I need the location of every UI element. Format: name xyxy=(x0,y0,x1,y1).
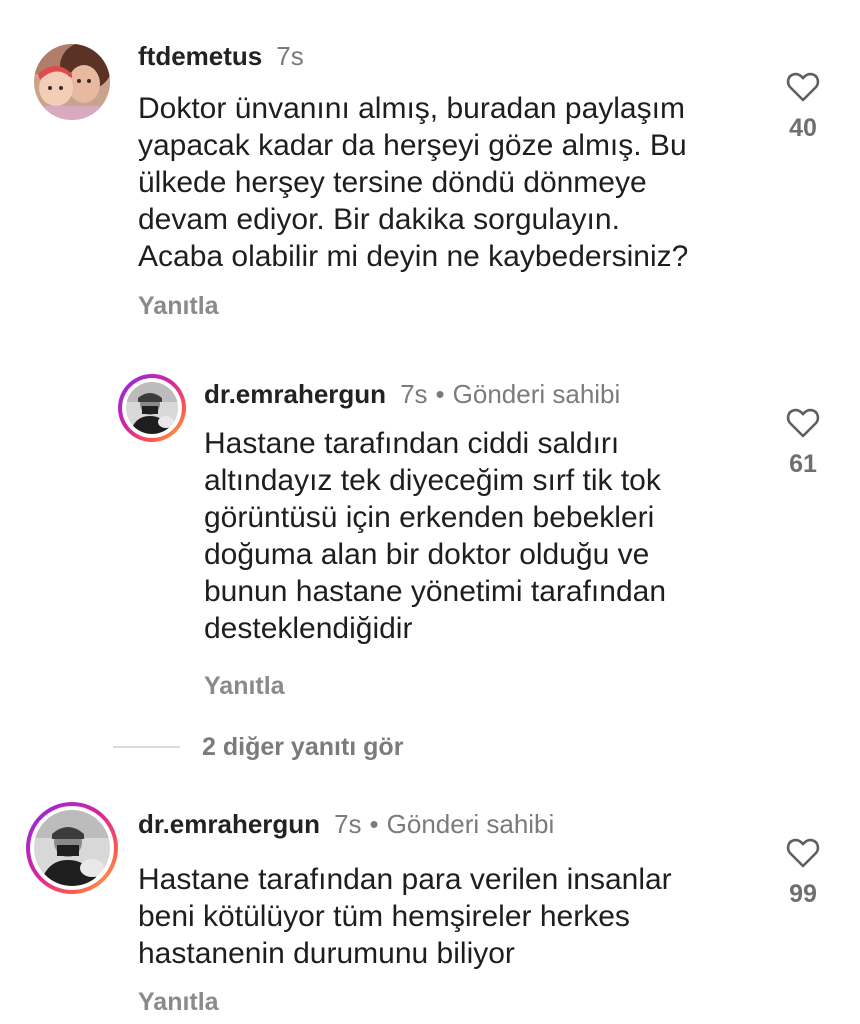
avatar[interactable] xyxy=(34,44,110,120)
comment-text-line: beni kötülüyor tüm hemşireler herkes xyxy=(138,900,630,933)
comment-text-line: Doktor ünvanını almış, buradan paylaşım xyxy=(138,92,685,125)
username[interactable]: dr.emrahergun xyxy=(204,379,386,409)
comment-text-line: doğuma alan bir doktor olduğu ve xyxy=(204,538,650,571)
comment-text-line: Acaba olabilir mi deyin ne kaybedersiniz… xyxy=(138,240,689,273)
avatar[interactable] xyxy=(118,374,186,442)
reply-button[interactable]: Yanıtla xyxy=(138,988,219,1017)
comment-text-line: hastanenin durumunu biliyor xyxy=(138,937,515,970)
comment-text-line: devam ediyor. Bir dakika sorgulayın. xyxy=(138,203,620,236)
like-count: 61 xyxy=(789,450,817,478)
author-badge: Gönderi sahibi xyxy=(452,379,621,409)
like-button[interactable]: 99 xyxy=(778,838,828,909)
comment-header: dr.emrahergun 7s • Gönderi sahibi xyxy=(204,378,620,410)
profile-photo-icon xyxy=(34,810,110,886)
heart-outline-icon xyxy=(786,838,820,868)
profile-photo-icon xyxy=(126,382,178,434)
comment-header: ftdemetus 7s xyxy=(138,40,304,72)
reply-button[interactable]: Yanıtla xyxy=(138,292,219,321)
username[interactable]: ftdemetus xyxy=(138,41,262,71)
comment-text: Hastane tarafından para verilen insanlar… xyxy=(138,861,672,972)
timestamp: 7s xyxy=(334,809,362,839)
comment-text: Hastane tarafından ciddi saldırı altında… xyxy=(204,425,666,647)
comment-text-line: yapacak kadar da herşeyi göze almış. Bu xyxy=(138,129,687,162)
thread-line xyxy=(113,746,180,748)
separator-dot: • xyxy=(369,809,379,839)
comment-text-line: Hastane tarafından ciddi saldırı xyxy=(204,427,620,460)
like-button[interactable]: 40 xyxy=(778,72,828,143)
username[interactable]: dr.emrahergun xyxy=(138,809,320,839)
like-count: 40 xyxy=(789,114,817,142)
comment-text-line: Hastane tarafından para verilen insanlar xyxy=(138,863,672,896)
author-badge: Gönderi sahibi xyxy=(386,809,555,839)
like-button[interactable]: 61 xyxy=(778,408,828,479)
comment-text-line: altındayız tek diyeceğim sırf tik tok xyxy=(204,464,661,497)
heart-outline-icon xyxy=(786,72,820,102)
reply-button[interactable]: Yanıtla xyxy=(204,672,285,701)
timestamp: 7s xyxy=(276,41,304,71)
comment-header: dr.emrahergun 7s • Gönderi sahibi xyxy=(138,808,554,840)
comment-text-line: ülkede herşey tersine döndü dönmeye xyxy=(138,166,647,199)
heart-outline-icon xyxy=(786,408,820,438)
comment-text-line: görüntüsü için erkenden bebekleri xyxy=(204,501,655,534)
view-more-replies[interactable]: 2 diğer yanıtı gör xyxy=(113,730,403,764)
timestamp: 7s xyxy=(400,379,428,409)
view-more-replies-label: 2 diğer yanıtı gör xyxy=(202,732,404,761)
separator-dot: • xyxy=(435,379,445,409)
like-count: 99 xyxy=(789,880,817,908)
comment-text-line: bunun hastane yönetimi tarafından xyxy=(204,575,666,608)
comment-text-line: desteklendiğidir xyxy=(204,612,413,645)
avatar[interactable] xyxy=(26,802,118,894)
comment-text: Doktor ünvanını almış, buradan paylaşım … xyxy=(138,90,688,275)
profile-photo-icon xyxy=(34,44,110,120)
